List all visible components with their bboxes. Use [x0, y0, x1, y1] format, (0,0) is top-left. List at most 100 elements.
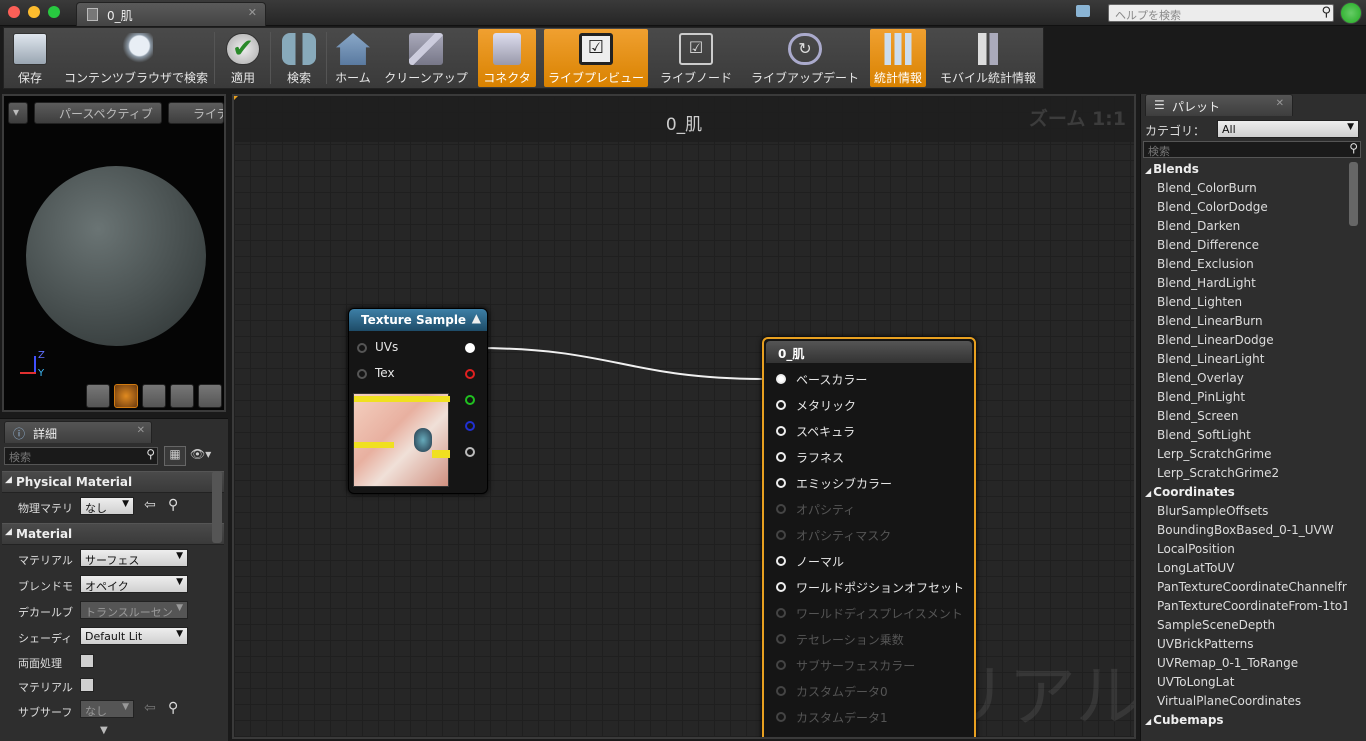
view-options-icon[interactable]: ▦ — [164, 446, 186, 466]
details-tab[interactable]: ⓘ 詳細 ✕ — [4, 421, 152, 443]
a-output-pin[interactable] — [465, 447, 475, 457]
close-window-button[interactable] — [8, 6, 20, 18]
palette-item[interactable]: Blend_HardLight — [1157, 276, 1256, 290]
apply-button[interactable]: ✔ 適用 — [218, 29, 268, 87]
palette-item[interactable]: Blend_Overlay — [1157, 371, 1244, 385]
palette-item[interactable]: Blend_LinearDodge — [1157, 333, 1274, 347]
palette-item[interactable]: SampleSceneDepth — [1157, 618, 1275, 632]
material-input-pin[interactable] — [776, 504, 786, 514]
palette-item[interactable]: BlurSampleOffsets — [1157, 504, 1268, 518]
palette-item[interactable]: Blend_ColorBurn — [1157, 181, 1257, 195]
chat-icon[interactable] — [1076, 5, 1090, 17]
palette-category[interactable]: ◢ Coordinates — [1145, 485, 1235, 499]
palette-item[interactable]: BoundingBoxBased_0-1_UVW — [1157, 523, 1334, 537]
close-tab-icon[interactable]: ✕ — [248, 6, 257, 19]
cleanup-button[interactable]: クリーンアップ — [380, 29, 472, 87]
details-scrollbar[interactable] — [212, 471, 222, 543]
palette-item[interactable]: Blend_PinLight — [1157, 390, 1245, 404]
tex-input-pin[interactable] — [357, 369, 367, 379]
material-input-pin[interactable] — [776, 426, 786, 436]
material-input-pin[interactable] — [776, 478, 786, 488]
material-graph[interactable]: 0_肌 ズーム 1:1 マテリアル Texture Sample ▲ UVs T… — [232, 94, 1136, 739]
details-search-input[interactable]: 検索 ⚲ — [4, 447, 158, 465]
palette-item[interactable]: LocalPosition — [1157, 542, 1235, 556]
decal-blend-dropdown[interactable]: トランスルーセン ▼ — [80, 601, 188, 619]
palette-item[interactable]: UVRemap_0-1_ToRange — [1157, 656, 1298, 670]
g-output-pin[interactable] — [465, 395, 475, 405]
texture-sample-node[interactable]: Texture Sample ▲ UVs Tex — [348, 308, 488, 494]
live-update-button[interactable]: ↻ ライブアップデート — [746, 29, 864, 87]
browse-content-button[interactable]: コンテンツブラウザで検索 — [58, 29, 214, 87]
uvs-input-pin[interactable] — [357, 343, 367, 353]
material-node-header[interactable]: 0_肌 — [766, 341, 972, 363]
physical-material-section[interactable]: ◢ Physical Material — [2, 471, 224, 493]
perspective-button[interactable]: パースペクティブ — [34, 102, 162, 124]
palette-scrollbar[interactable] — [1349, 162, 1358, 226]
document-tab[interactable]: 0_肌 ✕ — [76, 2, 266, 26]
preview-viewport[interactable]: ▾ パースペクティブ ライテ Z Y — [2, 94, 226, 412]
viewport-options-button[interactable]: ▾ — [8, 102, 28, 124]
material-input-pin[interactable] — [776, 556, 786, 566]
palette-item[interactable]: PanTextureCoordinateFrom-1to1 — [1157, 599, 1347, 613]
material-input-pin[interactable] — [776, 738, 786, 739]
save-button[interactable]: 保存 — [6, 29, 54, 87]
palette-tab[interactable]: ☰ パレット ✕ — [1145, 94, 1293, 116]
palette-item[interactable]: Blend_Exclusion — [1157, 257, 1254, 271]
material-input-pin[interactable] — [776, 400, 786, 410]
blend-mode-dropdown[interactable]: オペイク ▼ — [80, 575, 188, 593]
mobile-stats-button[interactable]: モバイル統計情報 — [934, 29, 1042, 87]
eye-icon[interactable]: 👁▾ — [190, 447, 211, 461]
category-dropdown[interactable]: All ▼ — [1217, 120, 1359, 138]
cube-preview-icon[interactable] — [170, 384, 194, 408]
palette-item[interactable]: Blend_LinearLight — [1157, 352, 1264, 366]
material-input-pin[interactable] — [776, 582, 786, 592]
material-input-pin[interactable] — [776, 452, 786, 462]
material-domain-dropdown[interactable]: サーフェス ▼ — [80, 549, 188, 567]
use-selected-icon[interactable]: ⇦ — [144, 700, 156, 716]
material-input-pin[interactable] — [776, 660, 786, 670]
r-output-pin[interactable] — [465, 369, 475, 379]
palette-item[interactable]: VirtualPlaneCoordinates — [1157, 694, 1301, 708]
palette-item[interactable]: UVToLongLat — [1157, 675, 1234, 689]
sphere-preview-icon[interactable] — [114, 384, 138, 408]
material-input-pin[interactable] — [776, 530, 786, 540]
texture-node-header[interactable]: Texture Sample ▲ — [349, 309, 487, 331]
palette-item[interactable]: Blend_LinearBurn — [1157, 314, 1263, 328]
find-button[interactable]: 検索 — [274, 29, 324, 87]
custom-mesh-preview-icon[interactable] — [198, 384, 222, 408]
shading-model-dropdown[interactable]: Default Lit ▼ — [80, 627, 188, 645]
material-input-pin[interactable] — [776, 686, 786, 696]
home-button[interactable]: ホーム — [330, 29, 376, 87]
palette-item[interactable]: Blend_Difference — [1157, 238, 1259, 252]
expand-more-icon[interactable]: ▼ — [100, 725, 108, 736]
palette-item[interactable]: Blend_ColorDodge — [1157, 200, 1268, 214]
palette-item[interactable]: PanTextureCoordinateChannelfro — [1157, 580, 1347, 594]
palette-item[interactable]: UVBrickPatterns — [1157, 637, 1253, 651]
material-input-pin[interactable] — [776, 634, 786, 644]
close-details-icon[interactable]: ✕ — [137, 425, 145, 436]
lit-mode-button[interactable]: ライテ — [168, 102, 224, 124]
material-input-pin[interactable] — [776, 374, 786, 384]
material-section[interactable]: ◢ Material — [2, 523, 224, 545]
material-result-node[interactable]: 0_肌 ベースカラー メタリック スペキュラ ラフネス エミッシブカラー オパシティ オパシ… — [762, 337, 976, 739]
physical-material-dropdown[interactable]: なし ▼ — [80, 497, 134, 515]
browse-icon[interactable]: ⚲ — [168, 700, 178, 716]
connection-wire[interactable] — [473, 347, 763, 380]
use-selected-icon[interactable]: ⇦ — [144, 497, 156, 513]
palette-item[interactable]: LongLatToUV — [1157, 561, 1234, 575]
b-output-pin[interactable] — [465, 421, 475, 431]
update-icon[interactable] — [1340, 2, 1362, 24]
material-input-pin[interactable] — [776, 608, 786, 618]
help-search-input[interactable]: ヘルプを検索 ⚲ — [1108, 4, 1334, 22]
palette-item[interactable]: Lerp_ScratchGrime2 — [1157, 466, 1279, 480]
palette-item[interactable]: Blend_SoftLight — [1157, 428, 1251, 442]
maximize-window-button[interactable] — [48, 6, 60, 18]
palette-item[interactable]: Blend_Lighten — [1157, 295, 1242, 309]
palette-item[interactable]: Lerp_ScratchGrime — [1157, 447, 1271, 461]
live-nodes-button[interactable]: ☑ ライブノード — [656, 29, 736, 87]
palette-category[interactable]: ◢ Blends — [1145, 162, 1199, 176]
subsurface-profile-dropdown[interactable]: なし ▼ — [80, 700, 134, 718]
palette-item[interactable]: Blend_Darken — [1157, 219, 1240, 233]
close-palette-icon[interactable]: ✕ — [1276, 98, 1284, 109]
collapse-icon[interactable]: ▲ — [472, 311, 481, 325]
